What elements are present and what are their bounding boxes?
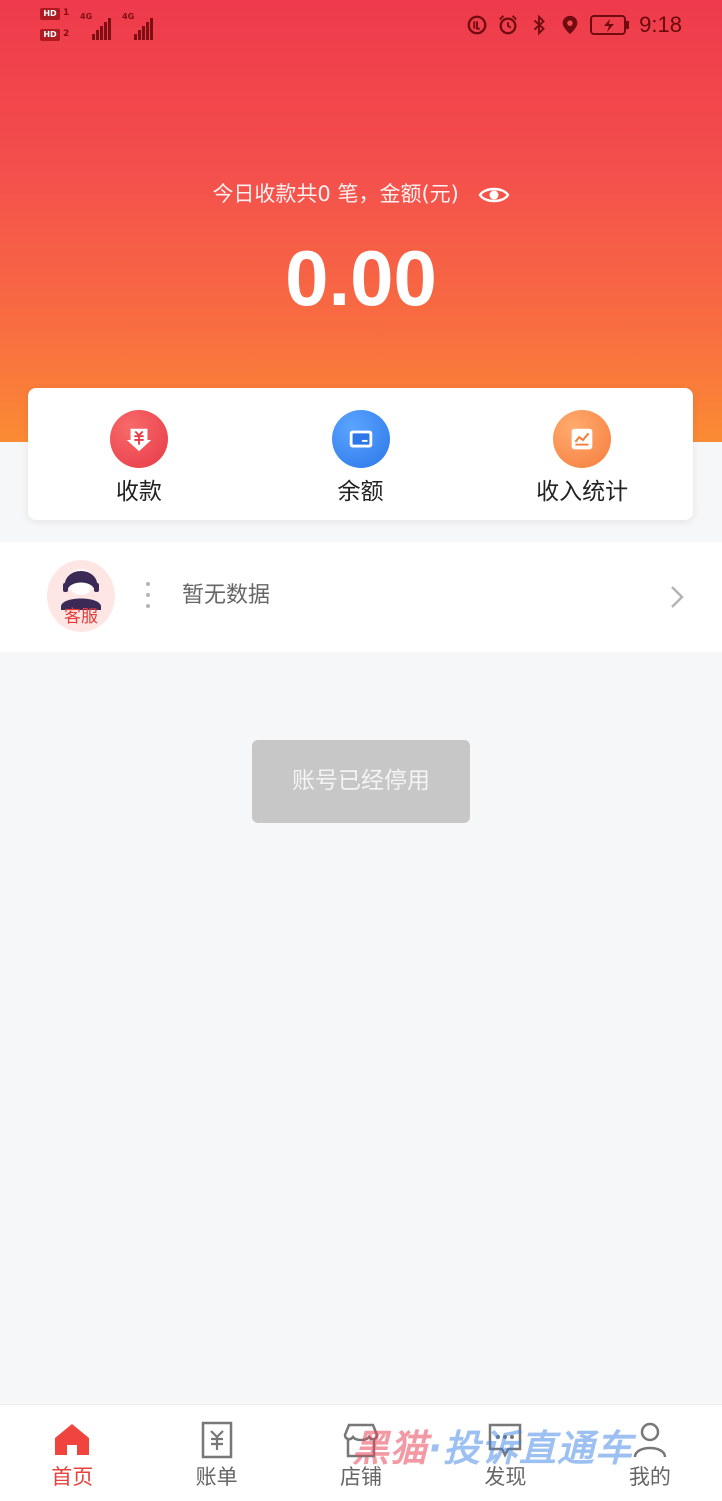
income-stats-button[interactable]: 收入统计 [471,388,693,520]
status-left: HD 1 HD 2 4G 4G [40,6,170,46]
yuan-down-icon [109,410,168,468]
nav-item-mine[interactable]: 我的 [578,1405,722,1501]
nav-item-bill[interactable]: 账单 [144,1405,288,1501]
nav-item-store[interactable]: 店铺 [289,1405,433,1501]
nav-label-discover: 发现 [484,1465,527,1489]
home-icon [55,1424,90,1455]
nav-label-mine: 我的 [628,1465,671,1489]
nav-item-discover[interactable]: 发现 [433,1405,577,1501]
balance-button[interactable]: 余额 [250,388,472,520]
customer-service-label: 客服 [64,607,98,627]
eye-icon[interactable] [478,184,510,206]
chevron-right-icon[interactable] [668,584,686,610]
today-summary: 今日收款共0 笔，金额(元) [0,176,722,212]
network-type-1: 4G [80,12,93,21]
status-bar: HD 1 HD 2 4G 4G 9:18 [0,0,722,50]
notice-row[interactable]: 客服 暂无数据 [0,542,722,652]
alarm-icon [499,15,518,35]
signal-icon: 4G [80,12,116,40]
hd1-number: 1 [63,8,70,18]
nav-label-home: 首页 [51,1465,94,1489]
signal-icon: 4G [122,12,158,40]
toast-message: 账号已经停用 [252,740,470,823]
status-right: 9:18 [466,10,682,40]
income-stats-label: 收入统计 [536,479,629,505]
notice-text: 暂无数据 [182,583,271,608]
store-icon [343,1423,379,1458]
user-icon [633,1422,667,1458]
nav-label-bill: 账单 [195,1465,238,1489]
collect-payment-button[interactable]: 收款 [28,388,250,520]
battery-icon [590,15,630,35]
collect-payment-label: 收款 [115,479,162,505]
balance-label: 余额 [337,479,384,505]
wallet-icon [331,410,390,468]
nav-label-store: 店铺 [340,1465,383,1489]
today-summary-text: 今日收款共0 笔，金额(元) [212,182,459,206]
chart-icon [553,410,612,468]
discover-icon [489,1423,522,1458]
nav-item-home[interactable]: 首页 [0,1405,144,1501]
nfc-icon [467,15,487,35]
today-amount: 0.00 [285,234,437,322]
hd1-badge: HD [40,8,60,20]
separator-dots [146,582,150,612]
bottom-nav: 首页 账单 店铺 发现 我的 [0,1404,722,1501]
clock-time: 9:18 [639,12,682,37]
location-icon [562,15,578,35]
hd2-number: 2 [63,29,70,39]
quick-actions-card: 收款 余额 收入统计 [28,388,693,520]
bluetooth-icon [533,14,546,36]
header-banner: HD 1 HD 2 4G 4G 9:18 今日收款共0 笔，金额(元) 0.00 [0,0,722,442]
hd2-badge: HD [40,29,60,41]
bill-icon [201,1421,232,1459]
network-type-2: 4G [122,12,135,21]
